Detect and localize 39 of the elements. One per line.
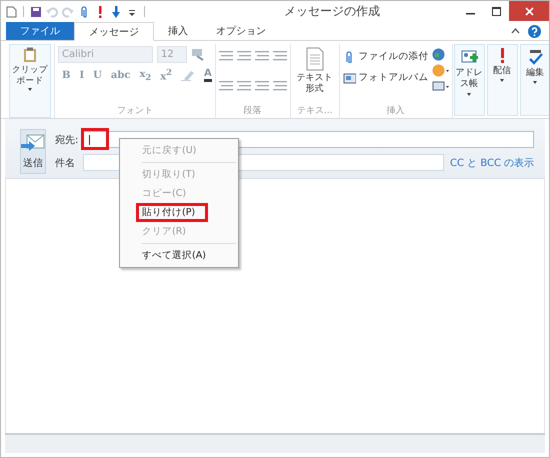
ribbon-tab[interactable]: オプション xyxy=(202,22,280,40)
document-icon[interactable] xyxy=(5,6,17,18)
group-label: 段落 xyxy=(242,104,263,118)
file-tab[interactable]: ファイル xyxy=(6,22,74,40)
group-label: 挿入 xyxy=(386,104,406,118)
ribbon-button[interactable]: 編集 xyxy=(520,44,549,116)
down-arrow-icon[interactable] xyxy=(110,6,122,18)
save-icon[interactable] xyxy=(30,6,42,18)
help-icon[interactable] xyxy=(528,24,541,38)
menu-item[interactable]: 貼り付け(P) xyxy=(136,203,208,222)
send-mail-icon xyxy=(21,133,45,153)
ribbon-tab[interactable]: 挿入 xyxy=(154,22,202,40)
menu-item[interactable]: すべて選択(A) xyxy=(120,246,238,265)
photo-album-button[interactable]: フォトアルバム xyxy=(342,69,429,86)
address-card-icon xyxy=(460,48,479,65)
close-icon xyxy=(524,6,534,16)
send-button[interactable]: 送信 xyxy=(20,129,46,174)
collapse-ribbon-icon[interactable] xyxy=(511,28,520,34)
group-label: テキス... xyxy=(296,105,334,118)
field-label: 件名 xyxy=(55,156,76,170)
photo-album-icon xyxy=(342,72,356,84)
highlighter-icon[interactable] xyxy=(180,69,195,81)
text-cursor xyxy=(89,135,90,145)
field-label: 宛先: xyxy=(55,134,77,146)
plain-text-button[interactable]: テキスト形式 xyxy=(294,44,336,104)
document-icon xyxy=(304,47,325,71)
ribbon-button[interactable]: 配信 xyxy=(486,44,518,116)
clipboard-icon xyxy=(23,47,37,63)
attach-file-button[interactable]: ファイルの添付 xyxy=(342,48,429,65)
window-title: メッセージの作成 xyxy=(283,3,381,20)
ribbon-button[interactable]: アドレス帳 xyxy=(454,44,485,116)
group-label: フォント xyxy=(116,105,154,118)
clipboard-button[interactable]: クリップボード xyxy=(9,44,51,118)
maximize-icon xyxy=(492,6,500,16)
cc-bcc-link[interactable]: CC と BCC の表示 xyxy=(450,156,534,170)
close-button[interactable] xyxy=(509,1,549,21)
ribbon-tab[interactable]: メッセージ xyxy=(74,22,154,41)
minimize-icon xyxy=(466,13,474,15)
exclamation-icon xyxy=(500,48,504,63)
